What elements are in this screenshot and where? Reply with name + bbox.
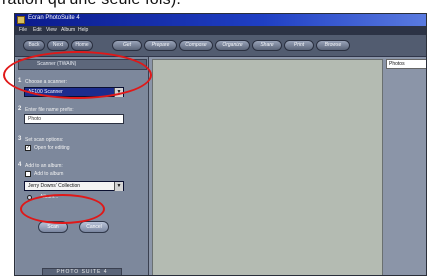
album-select-value: Jerry Downs' Collection: [28, 183, 81, 189]
back-button[interactable]: Back: [23, 40, 45, 51]
chevron-down-icon[interactable]: ▼: [114, 88, 123, 97]
app-window: Ecran PhotoSuite 4 File Edit View Album …: [14, 13, 427, 276]
prepare-button[interactable]: Prepare: [144, 40, 177, 51]
title-bar: Ecran PhotoSuite 4: [15, 14, 426, 26]
open-editing-checkbox[interactable]: ✓: [25, 145, 31, 151]
browse-button[interactable]: Browse: [316, 40, 350, 51]
step-1-number: 1: [18, 78, 22, 84]
menu-bar: File Edit View Album Help: [15, 26, 426, 35]
open-editing-label: Open for editing: [34, 145, 70, 151]
share-button[interactable]: Share: [252, 40, 282, 51]
step-2-number: 2: [18, 106, 22, 112]
album-button[interactable]: Album...: [40, 194, 66, 202]
chevron-down-icon[interactable]: ▼: [114, 182, 123, 191]
compose-button[interactable]: Compose: [179, 40, 213, 51]
next-button[interactable]: Next: [47, 40, 69, 51]
toolbar: Back Next Home Get Prepare Compose Organ…: [15, 35, 426, 57]
work-area: [152, 59, 383, 275]
app-icon: [17, 16, 25, 24]
scanner-panel-tab[interactable]: Scanner (TWAIN): [18, 59, 147, 70]
scanner-select[interactable]: AF100 Scanner ▼: [24, 87, 124, 97]
album-select[interactable]: Jerry Downs' Collection ▼: [24, 181, 124, 191]
add-album-checkbox[interactable]: [25, 171, 31, 177]
scan-button[interactable]: Scan: [38, 221, 68, 233]
step-3-label: Set scan options:: [25, 137, 64, 143]
step-2-label: Enter file name prefix:: [25, 107, 74, 113]
step-3-number: 3: [18, 136, 22, 142]
menu-help[interactable]: Help: [78, 27, 88, 33]
get-button[interactable]: Get: [112, 40, 142, 51]
organize-button[interactable]: Organize: [215, 40, 250, 51]
menu-file[interactable]: File: [19, 27, 27, 33]
step-1-label: Choose a scanner:: [25, 79, 67, 85]
caption-text: ration qu'une seule fois).: [2, 0, 181, 9]
scanner-select-value: AF100 Scanner: [28, 89, 63, 95]
step-4-number: 4: [18, 162, 22, 168]
add-album-label: Add to album: [34, 171, 64, 177]
photos-tab[interactable]: Photos: [386, 59, 426, 69]
menu-view[interactable]: View: [46, 27, 57, 33]
home-button[interactable]: Home: [71, 40, 93, 51]
photos-panel: Photos: [385, 58, 426, 275]
scanner-panel: Scanner (TWAIN) 1 Choose a scanner: AF10…: [16, 57, 149, 275]
window-title: Ecran PhotoSuite 4: [28, 15, 80, 21]
brand-logo: PHOTO SUITE 4: [42, 268, 122, 275]
file-prefix-input[interactable]: Photo: [24, 114, 124, 124]
album-bullet-icon: [27, 195, 32, 200]
step-4-label: Add to an album:: [25, 163, 63, 169]
print-button[interactable]: Print: [284, 40, 314, 51]
cancel-button[interactable]: Cancel: [79, 221, 109, 233]
menu-album[interactable]: Album: [61, 27, 75, 33]
menu-edit[interactable]: Edit: [33, 27, 42, 33]
